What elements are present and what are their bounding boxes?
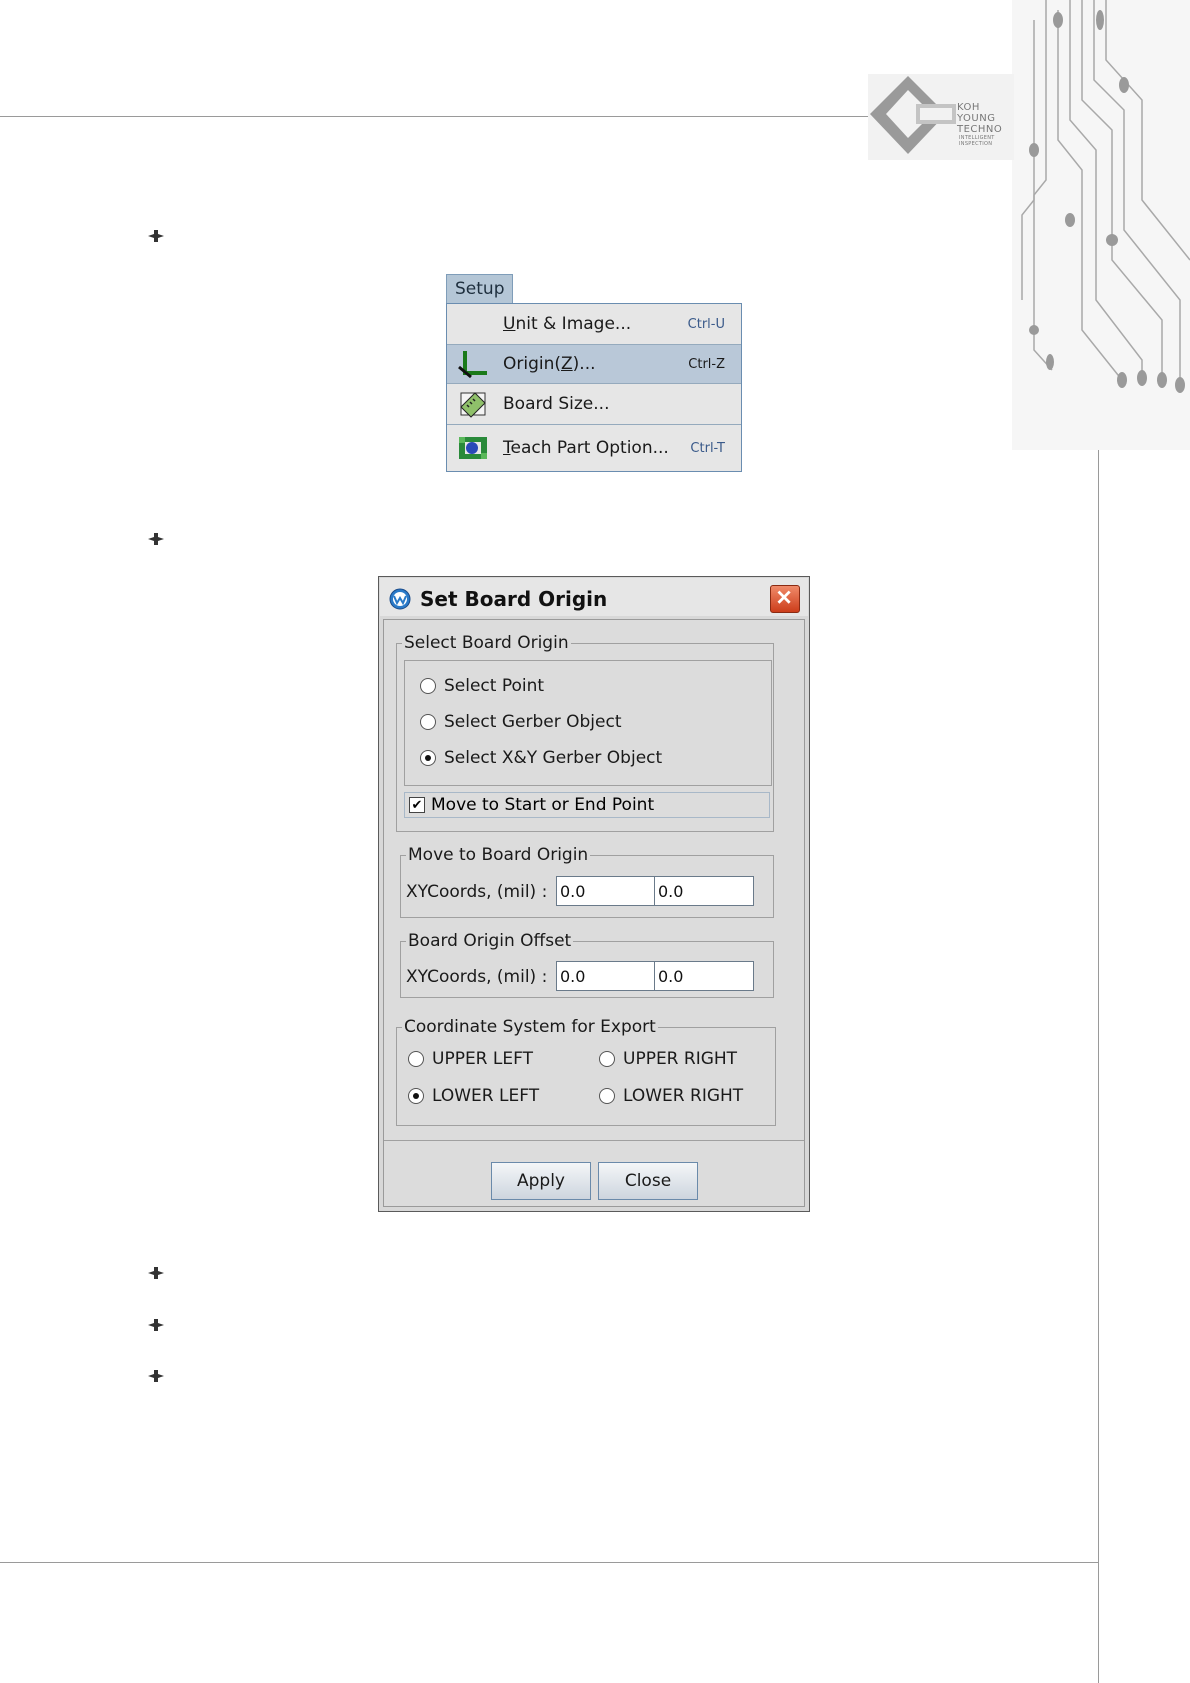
right-margin-rule: [1098, 366, 1099, 1683]
radio-button-selected[interactable]: [408, 1088, 424, 1104]
offset-x-input[interactable]: [556, 961, 656, 991]
dialog-title-bar[interactable]: Set Board Origin: [380, 578, 808, 616]
ruler-icon: [460, 392, 486, 418]
bullet-arrow-icon: [148, 533, 164, 545]
radio-lower-right[interactable]: LOWER RIGHT: [599, 1086, 743, 1106]
group-legend: Board Origin Offset: [408, 931, 572, 951]
move-origin-x-input[interactable]: [556, 876, 656, 906]
menu-item-shortcut: Ctrl-Z: [688, 356, 725, 372]
coordinate-system-group: Coordinate System for Export: [396, 1018, 776, 1126]
radio-button[interactable]: [408, 1051, 424, 1067]
option-label: Select Gerber Object: [444, 712, 622, 732]
radio-button[interactable]: [599, 1051, 615, 1067]
option-label: LOWER LEFT: [432, 1086, 540, 1106]
xycoords-label: XYCoords, (mil) :: [406, 882, 548, 902]
menu-item-label: Board Size...: [503, 394, 610, 414]
teach-part-icon: [459, 437, 487, 459]
option-label: LOWER RIGHT: [623, 1086, 744, 1106]
dialog-body: Select Board Origin Select Point Select …: [383, 619, 805, 1207]
setup-menu: Setup Unit & Image... Ctrl-U Origin(Z)..…: [446, 274, 742, 472]
option-label: Select Point: [444, 676, 545, 696]
group-legend: Move to Board Origin: [408, 845, 589, 865]
menu-item-label: Origin(Z)...: [503, 354, 596, 374]
radio-upper-left[interactable]: UPPER LEFT: [408, 1049, 533, 1069]
checkbox-label: Move to Start or End Point: [431, 795, 655, 815]
radio-button[interactable]: [420, 714, 436, 730]
app-icon: [389, 588, 411, 610]
circuit-decoration: [1012, 0, 1190, 450]
radio-button[interactable]: [420, 678, 436, 694]
menu-item-label: Teach Part Option...: [503, 438, 669, 458]
menu-dropdown: Unit & Image... Ctrl-U Origin(Z)... Ctrl…: [446, 303, 742, 472]
menu-item-unit-image[interactable]: Unit & Image... Ctrl-U: [447, 304, 741, 344]
bullet-arrow-icon: [148, 1370, 164, 1382]
radio-select-xy-gerber-object[interactable]: Select X&Y Gerber Object: [420, 748, 662, 768]
menu-item-board-size[interactable]: Board Size...: [447, 384, 741, 424]
close-button[interactable]: Close: [598, 1162, 698, 1200]
group-legend: Select Board Origin: [404, 633, 569, 653]
bullet-arrow-icon: [148, 230, 164, 242]
menu-item-origin[interactable]: Origin(Z)... Ctrl-Z: [447, 344, 741, 384]
menu-item-label: Unit & Image...: [503, 314, 632, 334]
logo-line-2: YOUNG: [957, 113, 996, 124]
option-label: UPPER LEFT: [432, 1049, 533, 1069]
move-to-start-end-checkbox[interactable]: ✔ Move to Start or End Point: [404, 792, 770, 818]
radio-button[interactable]: [599, 1088, 615, 1104]
move-origin-y-input[interactable]: [654, 876, 754, 906]
close-window-button[interactable]: [770, 585, 800, 613]
xycoords-label: XYCoords, (mil) :: [406, 967, 548, 987]
apply-button[interactable]: Apply: [491, 1162, 591, 1200]
option-label: UPPER RIGHT: [623, 1049, 738, 1069]
bullet-arrow-icon: [148, 1319, 164, 1331]
footer-rule: [0, 1562, 1098, 1563]
menu-item-teach-part-option[interactable]: Teach Part Option... Ctrl-T: [447, 424, 741, 471]
radio-select-gerber-object[interactable]: Select Gerber Object: [420, 712, 621, 732]
radio-button-selected[interactable]: [420, 750, 436, 766]
origin-axes-icon: [458, 351, 487, 379]
logo-text: KOH YOUNG TECHNO INTELLIGENT INSPECTION: [957, 102, 1002, 147]
radio-upper-right[interactable]: UPPER RIGHT: [599, 1049, 737, 1069]
radio-select-point[interactable]: Select Point: [420, 676, 544, 696]
offset-y-input[interactable]: [654, 961, 754, 991]
logo-line-1: KOH: [957, 102, 980, 113]
set-board-origin-dialog: Set Board Origin Select Board Origin Sel…: [378, 576, 810, 1212]
bullet-arrow-icon: [148, 1267, 164, 1279]
menu-item-shortcut: Ctrl-U: [687, 316, 725, 332]
logo-line-3: TECHNO: [957, 124, 1003, 135]
button-bar-divider: [384, 1140, 804, 1141]
checkbox-checked[interactable]: ✔: [409, 797, 425, 813]
menu-title-setup[interactable]: Setup: [446, 274, 514, 303]
option-label: Select X&Y Gerber Object: [444, 748, 663, 768]
header-rule: [0, 116, 878, 117]
radio-lower-left[interactable]: LOWER LEFT: [408, 1086, 539, 1106]
menu-item-shortcut: Ctrl-T: [690, 440, 725, 456]
close-icon: [777, 590, 791, 604]
dialog-title: Set Board Origin: [420, 587, 608, 611]
logo-line-5: INSPECTION: [959, 141, 993, 147]
group-legend: Coordinate System for Export: [404, 1017, 656, 1037]
